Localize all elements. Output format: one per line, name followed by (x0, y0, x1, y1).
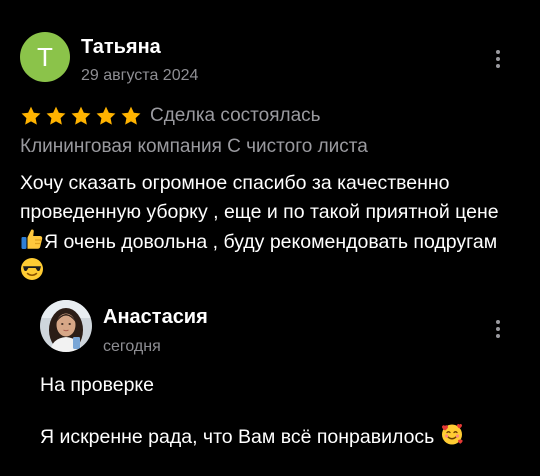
review-text-part-1: Хочу сказать огромное спасибо за качеств… (20, 172, 499, 223)
avatar[interactable]: Т (20, 32, 70, 82)
more-vertical-icon[interactable] (488, 316, 508, 342)
review-author-name[interactable]: Татьяна (81, 36, 161, 59)
review-text-part-2: Я очень довольна , буду рекомендовать по… (44, 231, 498, 253)
reply-status: На проверке (40, 374, 155, 396)
smiling-face-with-hearts-icon (441, 424, 463, 445)
star-icon (71, 106, 91, 125)
avatar-photo-image (40, 300, 92, 352)
rating-row: Сделка состоялась (20, 105, 321, 127)
reply-author-name[interactable]: Анастасия (103, 306, 208, 329)
reply-text: Я искренне рада, что Вам всё понравилось (40, 422, 464, 449)
thumbs-up-icon (21, 229, 43, 249)
rating-stars (20, 105, 142, 127)
sunglasses-face-icon (21, 258, 43, 280)
more-vertical-icon[interactable] (488, 46, 508, 72)
avatar[interactable] (40, 300, 92, 352)
star-icon (46, 106, 66, 125)
star-icon (21, 106, 41, 125)
reply-text-content: Я искренне рада, что Вам всё понравилось (40, 426, 440, 448)
review-date: 29 августа 2024 (81, 67, 199, 84)
reply-date: сегодня (103, 338, 161, 355)
star-icon (121, 106, 141, 125)
review-text: Хочу сказать огромное спасибо за качеств… (20, 169, 525, 287)
avatar-letter: Т (37, 41, 53, 72)
star-icon (96, 106, 116, 125)
deal-status: Сделка состоялась (150, 105, 321, 126)
company-name[interactable]: Клининговая компания С чистого листа (20, 136, 368, 158)
